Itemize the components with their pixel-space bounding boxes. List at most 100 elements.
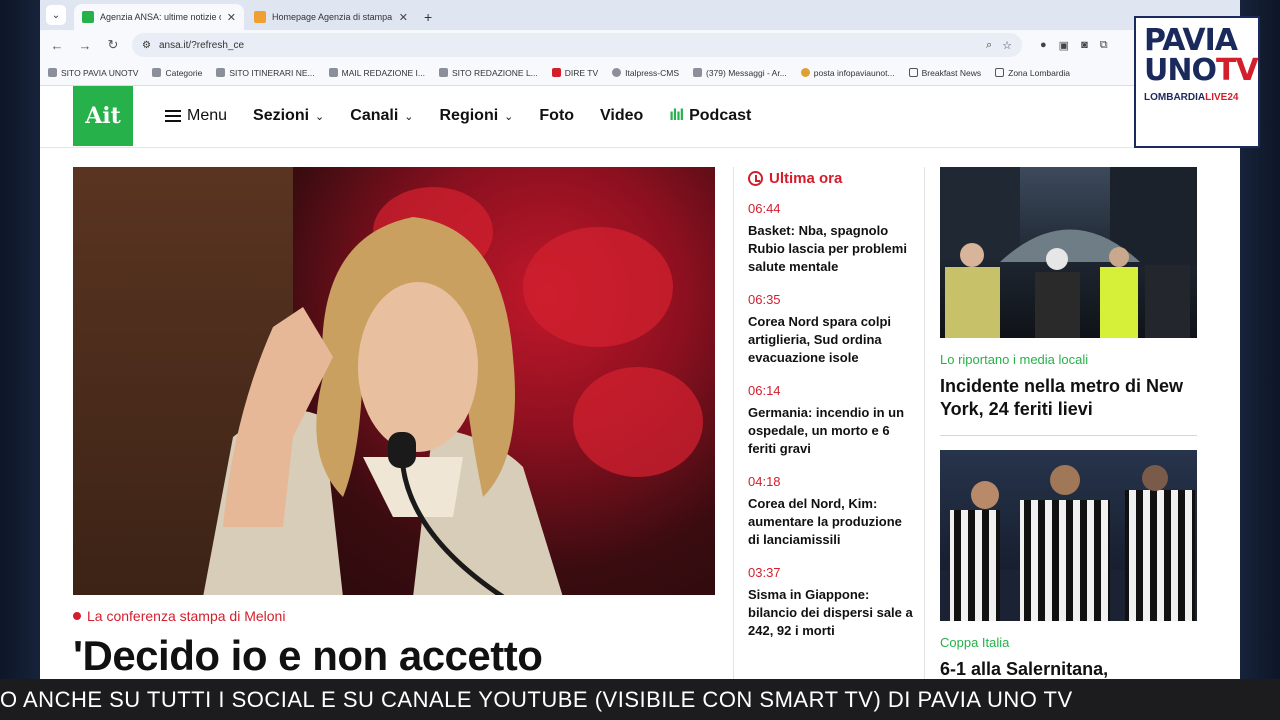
pavia-uno-tv-logo: PAVIA UNOTV LOMBARDIALIVE24 <box>1134 16 1260 148</box>
tab-search-button[interactable]: ⌄ <box>46 5 66 25</box>
news-photo-football[interactable] <box>940 450 1197 621</box>
bookmark-icon <box>612 68 622 77</box>
bookmark-icon <box>152 68 162 77</box>
news-item[interactable]: 04:18 Corea del Nord, Kim: aumentare la … <box>748 474 924 549</box>
url-input[interactable]: ⚙ ansa.it/?refresh_ce ⌕ ☆ <box>132 33 1022 57</box>
video-frame: ⌄ Agenzia ANSA: ultime notizie d ✕ Homep… <box>0 0 1280 720</box>
divider <box>940 435 1197 436</box>
url-text: ansa.it/?refresh_ce <box>158 39 245 51</box>
nav-foto[interactable]: Foto <box>539 107 574 125</box>
extensions-puzzle-icon[interactable]: ⧉ <box>1100 39 1108 52</box>
bookmark-icon <box>438 68 448 77</box>
logo-text: UNOTV <box>1144 53 1259 88</box>
news-text: Corea Nord spara colpi artiglieria, Sud … <box>748 314 892 365</box>
site-info-icon[interactable]: ⚙ <box>142 40 151 51</box>
nav-video[interactable]: Video <box>600 107 643 125</box>
bookmark-icon <box>216 68 226 77</box>
news-item[interactable]: 03:37 Sisma in Giappone: bilancio dei di… <box>748 565 924 640</box>
main-headline[interactable]: 'Decido io e non accetto <box>73 632 723 680</box>
news-text: Basket: Nba, spagnolo Rubio lascia per p… <box>748 223 907 274</box>
bookmark-item[interactable]: SITO PAVIA UNOTV <box>48 68 138 78</box>
tab-title: Agenzia ANSA: ultime notizie d <box>100 12 221 22</box>
tab-homepage[interactable]: Homepage Agenzia di stampa ✕ <box>246 4 416 30</box>
extension-icon[interactable]: ▣ <box>1059 39 1069 52</box>
tab-title: Homepage Agenzia di stampa <box>272 12 393 22</box>
bookmark-icon <box>328 68 338 77</box>
reload-icon[interactable]: ↻ <box>104 37 122 53</box>
news-time: 06:14 <box>748 383 781 398</box>
news-text: Corea del Nord, Kim: aumentare la produz… <box>748 496 902 547</box>
browser-window: ⌄ Agenzia ANSA: ultime notizie d ✕ Homep… <box>40 0 1240 720</box>
news-item[interactable]: 06:35 Corea Nord spara colpi artiglieria… <box>748 292 924 367</box>
folder-icon <box>908 68 918 77</box>
clock-icon <box>748 171 763 186</box>
chevron-down-icon: ⌄ <box>504 110 514 123</box>
bookmarks-bar: SITO PAVIA UNOTV Categorie SITO ITINERAR… <box>40 60 1240 86</box>
bookmark-item[interactable]: SITO REDAZIONE L... <box>438 68 538 78</box>
bookmark-icon <box>693 68 702 77</box>
background-left <box>0 0 40 720</box>
bookmark-item[interactable]: Categorie <box>152 68 202 78</box>
news-tag[interactable]: Coppa Italia <box>940 635 1197 650</box>
address-bar: ← → ↻ ⚙ ansa.it/?refresh_ce ⌕ ☆ ● ▣ ◙ ⧉ <box>40 30 1240 60</box>
ultima-ora-panel: Ultima ora 06:44 Basket: Nba, spagnolo R… <box>733 167 925 720</box>
hero-image[interactable] <box>73 167 715 595</box>
menu-button[interactable]: Menu <box>165 107 227 125</box>
tab-ansa[interactable]: Agenzia ANSA: ultime notizie d ✕ <box>74 4 244 30</box>
back-icon[interactable]: ← <box>48 38 66 53</box>
bookmark-item[interactable]: posta infopaviaunot... <box>800 68 895 78</box>
news-title[interactable]: Incidente nella metro di New York, 24 fe… <box>940 375 1197 421</box>
homepage-favicon-icon <box>254 11 266 23</box>
bookmark-item[interactable]: MAIL REDAZIONE I... <box>328 68 425 78</box>
bookmark-item[interactable]: (379) Messaggi - Ar... <box>693 68 787 78</box>
news-photo-metro[interactable] <box>940 167 1197 338</box>
news-time: 03:37 <box>748 565 781 580</box>
bookmark-item[interactable]: Breakfast News <box>908 68 981 78</box>
nav-sezioni[interactable]: Sezioni ⌄ <box>253 107 324 125</box>
bookmark-item[interactable]: Zona Lombardia <box>995 68 1070 78</box>
ultima-ora-header[interactable]: Ultima ora <box>748 170 924 187</box>
bookmark-item[interactable]: Italpress-CMS <box>612 68 679 78</box>
chevron-down-icon: ⌄ <box>315 110 325 123</box>
bookmark-item[interactable]: DIRE TV <box>551 68 598 78</box>
news-tag[interactable]: Lo riportano i media locali <box>940 352 1197 367</box>
logo-text: PAVIA <box>1144 23 1238 58</box>
close-tab-icon[interactable]: ✕ <box>227 11 236 24</box>
site-header: Ait Menu Sezioni ⌄ Canali ⌄ Regioni ⌄ Foto … <box>40 86 1240 148</box>
side-news-column: Lo riportano i media locali Incidente ne… <box>940 167 1197 681</box>
main-nav: Menu Sezioni ⌄ Canali ⌄ Regioni ⌄ Foto Vide… <box>165 86 751 146</box>
bookmark-icon <box>551 68 561 77</box>
bookmark-item[interactable]: SITO ITINERARI NE... <box>216 68 315 78</box>
bookmark-icon <box>48 68 57 77</box>
news-title[interactable]: 6-1 alla Salernitana, <box>940 658 1197 681</box>
chevron-down-icon: ⌄ <box>404 110 414 123</box>
folder-icon <box>995 68 1005 77</box>
logo-subtitle: LOMBARDIALIVE24 <box>1144 92 1239 103</box>
nav-canali[interactable]: Canali ⌄ <box>350 107 413 125</box>
hamburger-icon <box>165 110 181 122</box>
news-text: Sisma in Giappone: bilancio dei dispersi… <box>748 587 913 638</box>
news-ticker: O ANCHE SU TUTTI I SOCIAL E SU CANALE YO… <box>0 679 1280 720</box>
live-dot-icon <box>73 612 81 620</box>
forward-icon[interactable]: → <box>76 38 94 53</box>
bookmark-icon <box>800 68 810 77</box>
tab-strip: ⌄ Agenzia ANSA: ultime notizie d ✕ Homep… <box>40 0 1240 30</box>
ansa-logo[interactable]: Ait <box>73 86 133 146</box>
extension-icon[interactable]: ● <box>1040 39 1047 52</box>
close-tab-icon[interactable]: ✕ <box>399 11 408 24</box>
nav-regioni[interactable]: Regioni ⌄ <box>440 107 514 125</box>
speaker-photo <box>203 217 563 595</box>
news-item[interactable]: 06:14 Germania: incendio in un ospedale,… <box>748 383 924 458</box>
news-time: 06:44 <box>748 201 781 216</box>
page-content: La conferenza stampa di Meloni 'Decido i… <box>40 148 1240 720</box>
ansa-favicon-icon <box>82 11 94 23</box>
news-item[interactable]: 06:44 Basket: Nba, spagnolo Rubio lascia… <box>748 201 924 276</box>
extension-icon[interactable]: ◙ <box>1081 39 1088 52</box>
nav-podcast[interactable]: ılıl Podcast <box>669 107 751 125</box>
zoom-icon[interactable]: ⌕ <box>986 39 992 52</box>
new-tab-button[interactable]: + <box>424 9 432 25</box>
news-time: 04:18 <box>748 474 781 489</box>
news-text: Germania: incendio in un ospedale, un mo… <box>748 405 905 456</box>
bookmark-star-icon[interactable]: ☆ <box>1002 39 1012 52</box>
article-kicker[interactable]: La conferenza stampa di Meloni <box>73 608 285 624</box>
